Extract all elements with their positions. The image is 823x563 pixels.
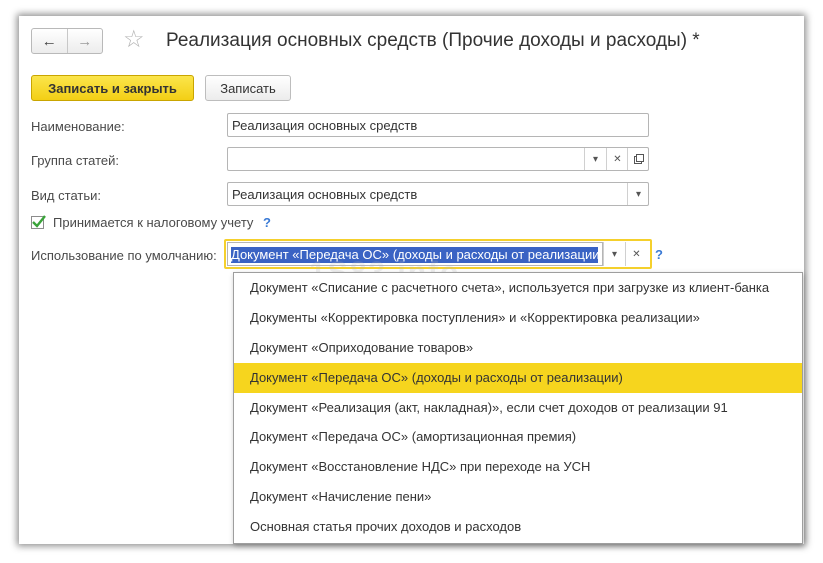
dropdown-option[interactable]: Документ «Списание с расчетного счета», …: [234, 273, 802, 303]
type-value: Реализация основных средств: [232, 187, 418, 202]
default-usage-dropdown-button[interactable]: ▾: [603, 242, 625, 266]
dropdown-option[interactable]: Документ «Реализация (акт, накладная)», …: [234, 393, 802, 423]
dropdown-option[interactable]: Основная статья прочих доходов и расходо…: [234, 512, 802, 542]
default-usage-help-icon[interactable]: ?: [655, 247, 663, 262]
arrow-left-icon: ←: [41, 32, 57, 50]
tax-help-icon[interactable]: ?: [263, 215, 271, 230]
close-icon: ✕: [632, 248, 641, 260]
type-dropdown-button[interactable]: ▾: [627, 183, 649, 205]
default-usage-clear-button[interactable]: ✕: [625, 242, 647, 266]
default-usage-label: Использование по умолчанию:: [31, 248, 217, 263]
arrow-right-icon: →: [77, 32, 93, 50]
save-and-close-button[interactable]: Записать и закрыть: [31, 75, 194, 101]
close-icon: ✕: [613, 153, 622, 165]
tax-checkbox[interactable]: [31, 215, 46, 229]
dropdown-option[interactable]: Документ «Передача ОС» (амортизационная …: [234, 422, 802, 452]
open-window-icon: [633, 154, 644, 164]
default-usage-value: Документ «Передача ОС» (доходы и расходы…: [231, 247, 598, 263]
star-icon[interactable]: ☆: [123, 26, 145, 54]
group-input[interactable]: ▾ ✕: [227, 147, 649, 171]
group-label: Группа статей:: [31, 153, 119, 168]
chevron-down-icon: ▾: [611, 248, 618, 260]
type-input[interactable]: Реализация основных средств ▾: [227, 182, 649, 206]
dropdown-option[interactable]: Документ «Восстановление НДС» при перехо…: [234, 452, 802, 482]
chevron-down-icon: ▾: [592, 153, 599, 165]
form-window: ← → ☆ Реализация основных средств (Прочи…: [19, 16, 804, 544]
navigation-buttons: ← →: [31, 28, 103, 54]
default-usage-text-area[interactable]: Документ «Передача ОС» (доходы и расходы…: [227, 242, 603, 266]
save-button[interactable]: Записать: [205, 75, 291, 101]
group-open-button[interactable]: [627, 148, 649, 170]
default-usage-input[interactable]: Документ «Передача ОС» (доходы и расходы…: [224, 239, 652, 269]
forward-button[interactable]: →: [66, 29, 103, 53]
tax-label[interactable]: Принимается к налоговому учету: [53, 215, 253, 230]
dropdown-option[interactable]: Документы «Корректировка поступления» и …: [234, 303, 802, 333]
name-value: Реализация основных средств: [232, 118, 418, 133]
back-button[interactable]: ←: [32, 29, 67, 53]
dropdown-option[interactable]: Документ «Начисление пени»: [234, 482, 802, 512]
default-usage-dropdown-list: Документ «Списание с расчетного счета», …: [233, 272, 803, 544]
window-title: Реализация основных средств (Прочие дохо…: [166, 30, 700, 51]
dropdown-option[interactable]: Документ «Оприходование товаров»: [234, 333, 802, 363]
chevron-down-icon: ▾: [635, 188, 642, 200]
group-clear-button[interactable]: ✕: [606, 148, 628, 170]
group-dropdown-button[interactable]: ▾: [584, 148, 606, 170]
name-input[interactable]: Реализация основных средств: [227, 113, 649, 137]
dropdown-option-selected[interactable]: Документ «Передача ОС» (доходы и расходы…: [234, 362, 802, 393]
name-label: Наименование:: [31, 119, 125, 134]
checkmark-icon: [32, 215, 46, 228]
type-label: Вид статьи:: [31, 188, 101, 203]
